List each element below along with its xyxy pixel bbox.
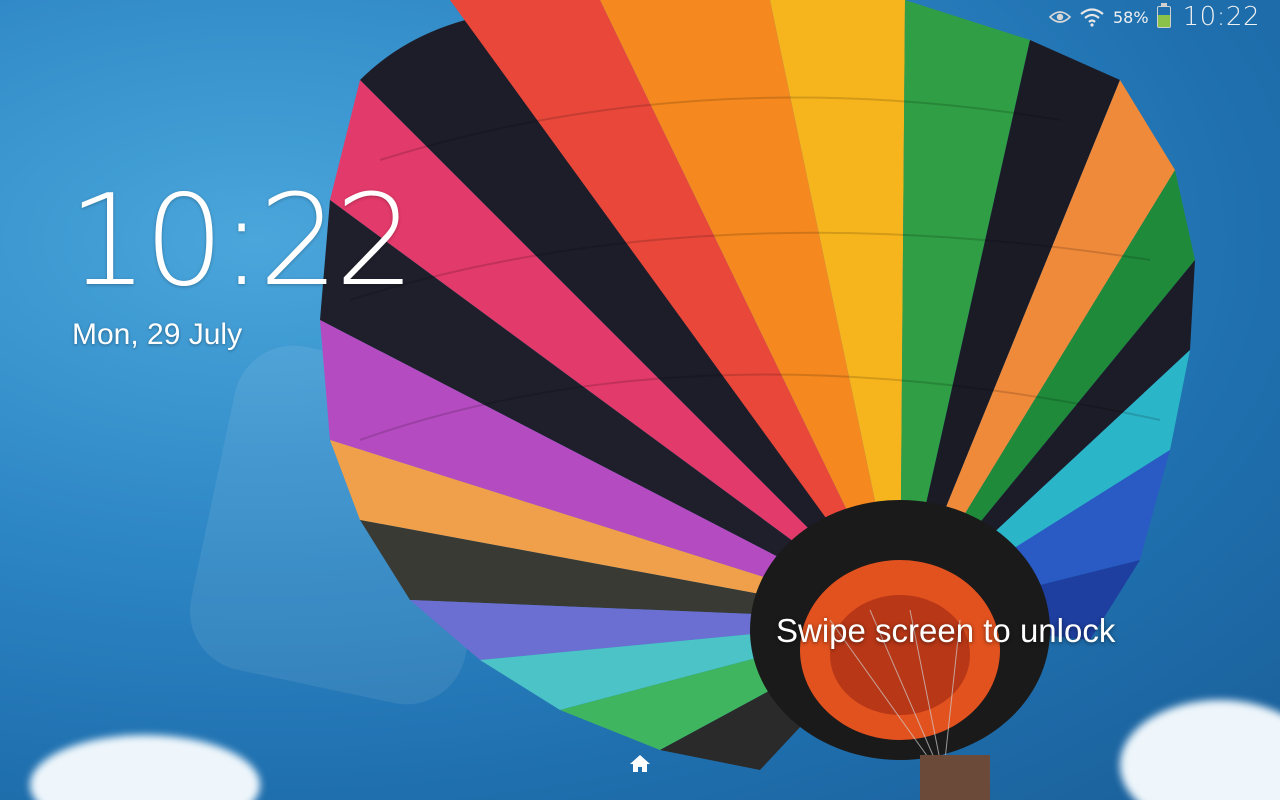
hot-air-balloon-image [320, 0, 1195, 800]
battery-percent: 58% [1113, 7, 1149, 27]
lockscreen-wallpaper [0, 0, 1280, 800]
battery-level [1157, 15, 1170, 27]
wifi-icon [1079, 7, 1105, 27]
status-bar-time: 10:22 [1182, 2, 1260, 32]
lockscreen-date: Mon, 29 July [72, 318, 243, 351]
battery-icon [1156, 3, 1171, 28]
status-bar: 58% 10:22 [1049, 0, 1280, 34]
home-icon[interactable] [628, 752, 652, 776]
swipe-to-unlock-hint[interactable]: Swipe screen to unlock [776, 612, 1115, 650]
lockscreen-clock: 10:22 [68, 167, 415, 314]
smart-stay-eye-icon [1049, 10, 1071, 24]
